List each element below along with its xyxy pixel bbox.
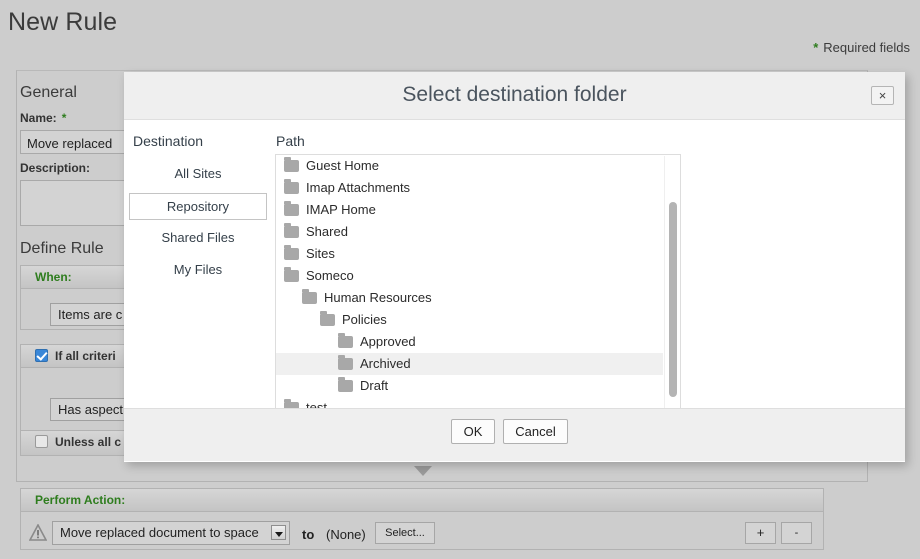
dialog-body: Destination All Sites Repository Shared Fi…	[124, 120, 905, 424]
folder-icon	[338, 355, 353, 370]
path-heading: Path	[276, 133, 305, 149]
description-field-label: Description:	[20, 161, 91, 175]
if-all-criteria-label: If all criteri	[55, 349, 116, 363]
destination-heading: Destination	[133, 133, 204, 149]
general-section-heading: General	[20, 84, 77, 101]
if-all-criteria-checkbox[interactable]	[35, 349, 48, 362]
folder-icon	[320, 311, 335, 326]
action-type-value: Move replaced document to space	[60, 525, 259, 540]
destination-item-repository[interactable]: Repository	[129, 193, 267, 220]
folder-icon	[302, 289, 317, 304]
name-field-label: Name: *	[20, 111, 66, 125]
folder-tree-scrollbar-thumb[interactable]	[669, 202, 677, 397]
select-destination-folder-dialog: Select destination folder × Destination …	[124, 72, 905, 462]
ok-button[interactable]: OK	[451, 419, 495, 444]
action-type-select[interactable]: Move replaced document to space	[52, 521, 290, 545]
tree-item[interactable]: Imap Attachments	[276, 177, 663, 199]
folder-icon	[284, 223, 299, 238]
folder-icon	[284, 201, 299, 216]
close-icon[interactable]: ×	[871, 86, 894, 105]
folder-tree-scrollbar[interactable]	[664, 156, 679, 423]
tree-item-label: Archived	[360, 356, 411, 371]
folder-tree-panel: Guest Home Imap Attachments IMAP Home Share…	[275, 154, 681, 424]
select-destination-button[interactable]: Select...	[375, 522, 435, 544]
chevron-down-icon[interactable]	[271, 525, 286, 540]
tree-item[interactable]: Policies	[276, 309, 663, 331]
tree-item-label: Imap Attachments	[306, 180, 411, 195]
required-fields-note: * Required fields	[813, 40, 910, 55]
when-condition-value: Items are c	[58, 307, 123, 322]
tree-item-label: IMAP Home	[306, 202, 376, 217]
tree-item-label: Sites	[306, 246, 335, 261]
tree-item-label: Shared	[306, 224, 348, 239]
page-title: New Rule	[8, 8, 118, 36]
criteria-condition-value: Has aspect	[58, 402, 124, 417]
tree-item-label: Policies	[342, 312, 387, 327]
collapse-arrow-icon[interactable]	[414, 466, 432, 476]
required-asterisk: *	[813, 40, 819, 55]
folder-icon	[284, 179, 299, 194]
tree-item[interactable]: Human Resources	[276, 287, 663, 309]
tree-item[interactable]: Guest Home	[276, 155, 663, 177]
tree-item-label: Someco	[306, 268, 354, 283]
folder-tree-list: Guest Home Imap Attachments IMAP Home Share…	[276, 155, 663, 419]
folder-icon	[284, 157, 299, 172]
tree-item-label: Approved	[360, 334, 416, 349]
required-fields-label: Required fields	[823, 40, 910, 55]
tree-item[interactable]: Shared	[276, 221, 663, 243]
tree-item[interactable]: Draft	[276, 375, 663, 397]
destination-item-my-files[interactable]: My Files	[129, 257, 267, 284]
action-to-label: to	[302, 527, 315, 542]
tree-item[interactable]: Sites	[276, 243, 663, 265]
destination-item-all-sites[interactable]: All Sites	[129, 161, 267, 188]
action-target-value: (None)	[326, 527, 366, 542]
dialog-title: Select destination folder	[402, 83, 627, 106]
tree-item-label: Human Resources	[324, 290, 432, 305]
destination-item-shared-files[interactable]: Shared Files	[129, 225, 267, 252]
tree-item[interactable]: IMAP Home	[276, 199, 663, 221]
tree-item-label: Guest Home	[306, 158, 379, 173]
tree-item[interactable]: Someco	[276, 265, 663, 287]
name-required-asterisk: *	[61, 111, 67, 125]
tree-item[interactable]: Archived	[276, 353, 663, 375]
folder-icon	[284, 267, 299, 282]
folder-icon	[338, 333, 353, 348]
remove-action-button[interactable]: -	[781, 522, 812, 544]
tree-item[interactable]: Approved	[276, 331, 663, 353]
define-rule-section-heading: Define Rule	[20, 240, 104, 257]
perform-action-band-label: Perform Action:	[21, 489, 823, 512]
add-action-button[interactable]: +	[745, 522, 776, 544]
dialog-footer: OK Cancel	[124, 408, 905, 461]
unless-all-criteria-label: Unless all c	[55, 435, 122, 449]
unless-all-criteria-checkbox[interactable]	[35, 435, 48, 448]
tree-item-label: Draft	[360, 378, 389, 393]
dialog-header: Select destination folder ×	[124, 72, 905, 120]
name-label-text: Name:	[20, 111, 57, 125]
cancel-button[interactable]: Cancel	[503, 419, 568, 444]
warning-icon	[29, 524, 47, 541]
app-root: New Rule * Required fields General Name: *…	[0, 0, 920, 559]
folder-icon	[284, 245, 299, 260]
folder-icon	[338, 377, 353, 392]
